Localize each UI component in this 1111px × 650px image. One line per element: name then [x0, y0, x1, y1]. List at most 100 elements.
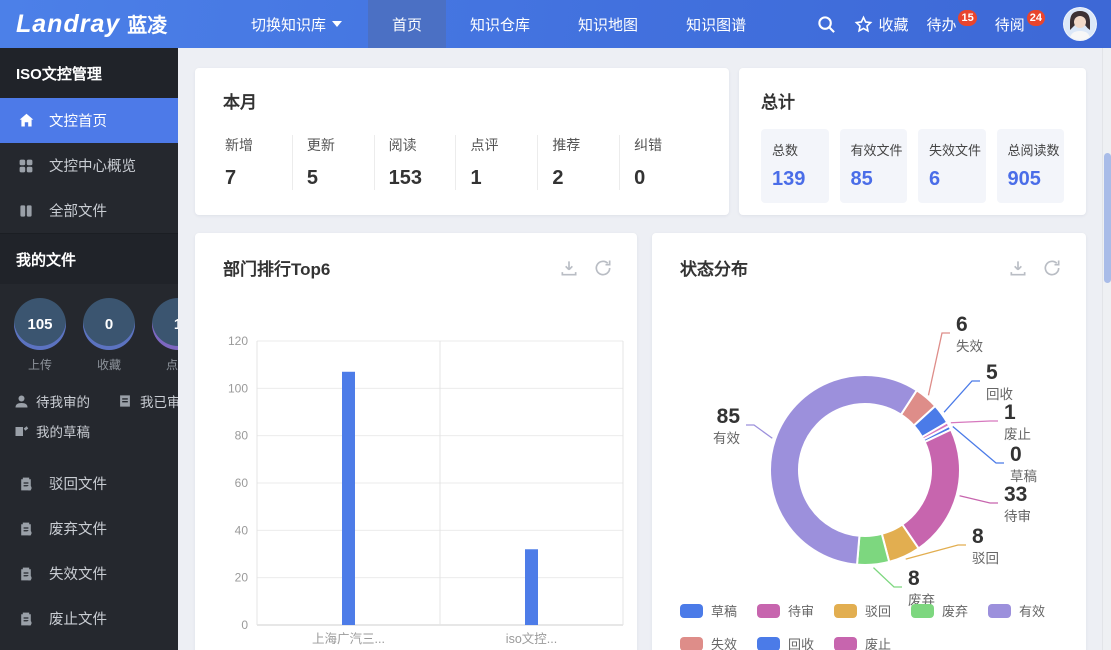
main-content: 本月 新增 7 更新 5 阅读 153 点评 1	[178, 48, 1103, 650]
legend-swatch	[680, 637, 703, 650]
book-icon	[18, 202, 35, 219]
stat-new: 新增 7	[223, 135, 292, 190]
stat-label: 阅读	[389, 135, 456, 155]
counter-value: 0	[83, 298, 135, 350]
legend-item-草稿[interactable]: 草稿	[680, 601, 737, 620]
svg-text:1: 1	[1004, 401, 1016, 424]
sidebar-item-doc-home[interactable]: 文控首页	[0, 98, 178, 143]
legend-item-待审[interactable]: 待审	[757, 601, 814, 620]
brand-name: Landray	[16, 10, 120, 39]
nav-item-knowledge-map[interactable]: 知识地图	[554, 0, 662, 48]
legend-item-回收[interactable]: 回收	[757, 634, 814, 650]
nav-item-label: 首页	[392, 14, 422, 35]
legend-swatch	[834, 637, 857, 650]
search-icon	[817, 15, 836, 34]
knowledge-base-switcher[interactable]: 切换知识库	[225, 0, 368, 48]
stat-value: 139	[772, 168, 829, 191]
legend-item-失效[interactable]: 失效	[680, 634, 737, 650]
legend-label: 有效	[1019, 601, 1045, 620]
svg-text:8: 8	[972, 525, 984, 548]
stat-total-count: 总数 139	[761, 129, 829, 203]
counter-value: 105	[14, 298, 66, 350]
total-card-title: 总计	[761, 88, 1064, 113]
legend-item-废弃[interactable]: 废弃	[911, 601, 968, 620]
bar-chart[interactable]: 020406080100120上海广汽三...iso文控...	[195, 233, 637, 650]
svg-text:上海广汽三...: 上海广汽三...	[312, 631, 385, 646]
stat-total-reads: 总阅读数 905	[997, 129, 1065, 203]
svg-text:60: 60	[235, 476, 249, 490]
logo[interactable]: Landray 蓝凌	[0, 9, 225, 39]
sidebar-item-all-files[interactable]: 全部文件	[0, 188, 178, 233]
draft-icon	[14, 424, 29, 439]
clipboard-icon	[18, 565, 35, 582]
nav-item-knowledge-graph[interactable]: 知识图谱	[662, 0, 770, 48]
sidebar-item-doc-center-overview[interactable]: 文控中心概览	[0, 143, 178, 188]
toread-count-badge: 24	[1027, 10, 1045, 26]
svg-text:有效: 有效	[713, 431, 741, 446]
brand-name-cn: 蓝凌	[127, 9, 167, 38]
legend-swatch	[757, 637, 780, 650]
legend-label: 待审	[788, 601, 814, 620]
legend-label: 草稿	[711, 601, 737, 620]
stat-value: 5	[307, 167, 374, 190]
link-reviewed-by-me[interactable]: 我已审	[118, 391, 178, 411]
stat-value: 85	[851, 168, 908, 191]
stat-recommended: 推荐 2	[537, 135, 619, 190]
legend-item-废止[interactable]: 废止	[834, 634, 891, 650]
svg-text:6: 6	[956, 313, 968, 336]
counter-comments[interactable]: 1 点评	[152, 298, 178, 373]
stat-label: 更新	[307, 135, 374, 155]
scrollbar-thumb[interactable]	[1104, 153, 1111, 283]
sidebar-item-expired-files[interactable]: 失效文件	[0, 551, 178, 596]
stat-value: 2	[552, 167, 619, 190]
sidebar-item-recycled-files[interactable]: 回收文件	[0, 641, 178, 650]
svg-text:100: 100	[228, 381, 248, 395]
svg-text:85: 85	[717, 405, 741, 428]
svg-text:8: 8	[908, 567, 920, 590]
sidebar-item-discarded-files[interactable]: 废弃文件	[0, 506, 178, 551]
department-ranking-card: 部门排行Top6 020406080100120上海广汽三...iso文控...	[195, 233, 637, 650]
legend-swatch	[834, 604, 857, 618]
counter-label: 点评	[152, 356, 178, 373]
counter-label: 上传	[14, 356, 66, 373]
link-my-drafts[interactable]: 我的草稿	[14, 421, 90, 441]
page-scrollbar[interactable]	[1102, 48, 1111, 650]
status-distribution-card: 状态分布 6失效5回收1废止0草稿33待审8驳回8废弃85有效 草稿待审驳回废弃…	[652, 233, 1086, 650]
user-avatar[interactable]	[1063, 7, 1097, 41]
top-navbar: Landray 蓝凌 切换知识库 首页 知识仓库 知识地图 知识图谱 收藏 待办…	[0, 0, 1111, 48]
sidebar-item-rejected-files[interactable]: 驳回文件	[0, 461, 178, 506]
my-files-counters: 105 上传 0 收藏 1 点评	[0, 284, 178, 379]
legend-item-驳回[interactable]: 驳回	[834, 601, 891, 620]
nav-item-label: 知识图谱	[686, 14, 746, 35]
stat-label: 点评	[470, 135, 537, 155]
legend-label: 废弃	[942, 601, 968, 620]
nav-item-home[interactable]: 首页	[368, 0, 446, 48]
sidebar-item-abolished-files[interactable]: 废止文件	[0, 596, 178, 641]
svg-text:5: 5	[986, 361, 998, 384]
nav-item-label: 知识仓库	[470, 14, 530, 35]
stat-value: 7	[225, 167, 292, 190]
favorites-button[interactable]: 收藏	[854, 14, 908, 35]
stat-value: 153	[389, 167, 456, 190]
nav-item-knowledge-repo[interactable]: 知识仓库	[446, 0, 554, 48]
sidebar-item-label: 驳回文件	[49, 473, 107, 494]
counter-favorites[interactable]: 0 收藏	[83, 298, 135, 373]
donut-chart[interactable]: 6失效5回收1废止0草稿33待审8驳回8废弃85有效	[652, 233, 1086, 650]
counter-uploads[interactable]: 105 上传	[14, 298, 66, 373]
quick-link-label: 我已审	[140, 391, 178, 411]
chevron-down-icon	[332, 21, 342, 27]
clipboard-icon	[18, 610, 35, 627]
sidebar-item-label: 废止文件	[49, 608, 107, 629]
sidebar-section-docs-header: ISO文控管理	[0, 48, 178, 98]
legend-swatch	[757, 604, 780, 618]
month-card-title: 本月	[223, 88, 701, 113]
link-pending-my-review[interactable]: 待我审的	[14, 391, 90, 411]
todo-button[interactable]: 待办 15	[926, 14, 976, 35]
toread-button[interactable]: 待阅 24	[995, 14, 1045, 35]
search-button[interactable]	[817, 15, 836, 34]
svg-text:80: 80	[235, 429, 249, 443]
legend-label: 失效	[711, 634, 737, 650]
legend-item-有效[interactable]: 有效	[988, 601, 1045, 620]
todo-label: 待办	[926, 14, 956, 35]
stat-label: 总数	[772, 140, 829, 159]
